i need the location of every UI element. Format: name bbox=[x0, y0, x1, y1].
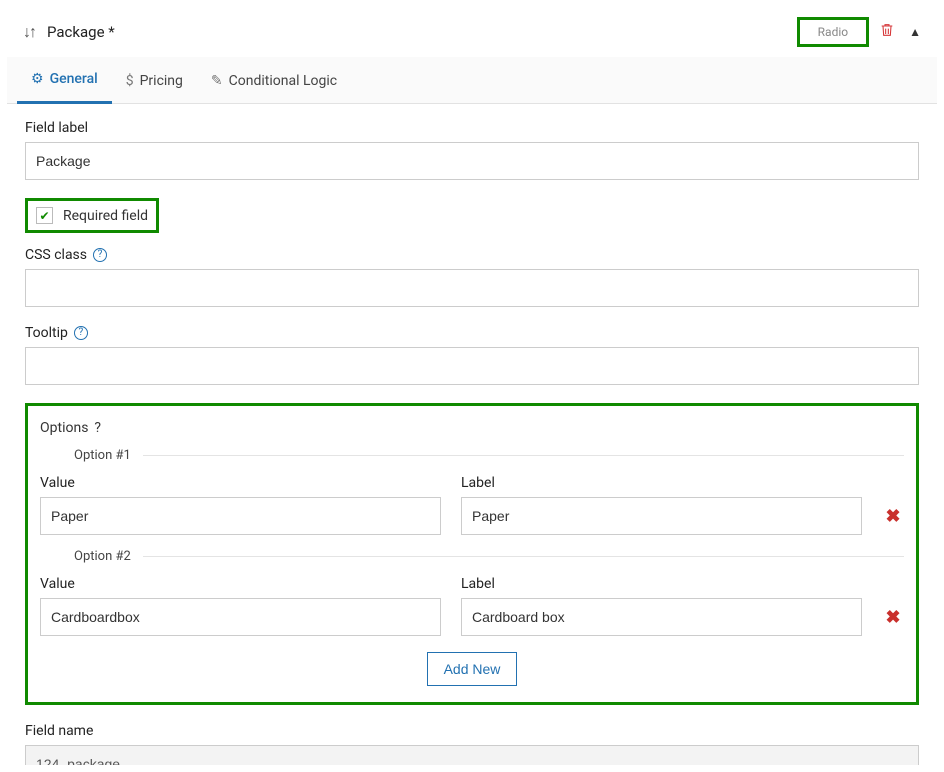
trash-icon bbox=[879, 22, 895, 38]
remove-option-button[interactable]: ✖ bbox=[882, 607, 904, 628]
remove-option-button[interactable]: ✖ bbox=[882, 506, 904, 527]
help-icon[interactable]: ? bbox=[74, 326, 88, 340]
label-caption: Label bbox=[461, 576, 862, 592]
help-icon[interactable]: ? bbox=[94, 420, 101, 436]
field-type-badge: Radio bbox=[797, 17, 869, 47]
css-class-input[interactable] bbox=[25, 269, 919, 307]
field-title: Package * bbox=[47, 23, 115, 41]
option-legend: Option #1 bbox=[40, 448, 143, 463]
dollar-icon: $ bbox=[126, 73, 134, 89]
field-label-input[interactable] bbox=[25, 142, 919, 180]
collapse-toggle[interactable]: ▲ bbox=[909, 25, 921, 39]
css-class-caption: CSS class bbox=[25, 247, 87, 263]
drag-handle-icon[interactable]: ↓↑ bbox=[23, 22, 35, 42]
help-icon[interactable]: ? bbox=[93, 248, 107, 262]
delete-button[interactable] bbox=[879, 22, 895, 42]
tooltip-caption: Tooltip bbox=[25, 325, 68, 341]
option-label-input[interactable] bbox=[461, 497, 862, 535]
option-group: Option #1 Value Label ✖ bbox=[40, 448, 904, 541]
tab-general-label: General bbox=[50, 71, 98, 87]
option-legend: Option #2 bbox=[40, 549, 143, 564]
field-header: ↓↑ Package * Radio ▲ bbox=[7, 7, 937, 57]
tab-pricing-label: Pricing bbox=[140, 73, 183, 89]
gear-icon: ⚙ bbox=[31, 71, 44, 87]
value-caption: Value bbox=[40, 475, 441, 491]
value-caption: Value bbox=[40, 576, 441, 592]
required-checkbox[interactable]: ✔ bbox=[36, 207, 53, 224]
tab-conditional[interactable]: ✎ Conditional Logic bbox=[197, 59, 351, 103]
field-type-text: Radio bbox=[818, 25, 848, 39]
options-section: Options ? Option #1 Value Label bbox=[25, 403, 919, 705]
general-panel: Field label ✔ Required field CSS class ?… bbox=[7, 104, 937, 766]
label-caption: Label bbox=[461, 475, 862, 491]
options-caption: Options bbox=[40, 420, 88, 436]
wand-icon: ✎ bbox=[211, 73, 223, 89]
field-name-caption: Field name bbox=[25, 723, 919, 739]
option-value-input[interactable] bbox=[40, 598, 441, 636]
option-label-input[interactable] bbox=[461, 598, 862, 636]
tabs: ⚙ General $ Pricing ✎ Conditional Logic bbox=[7, 57, 937, 104]
field-label-caption: Field label bbox=[25, 120, 919, 136]
add-new-button[interactable]: Add New bbox=[427, 652, 518, 686]
tab-conditional-label: Conditional Logic bbox=[229, 73, 337, 89]
tooltip-input[interactable] bbox=[25, 347, 919, 385]
tab-general[interactable]: ⚙ General bbox=[17, 57, 112, 104]
required-label: Required field bbox=[63, 208, 148, 224]
required-field-row[interactable]: ✔ Required field bbox=[25, 198, 159, 233]
tab-pricing[interactable]: $ Pricing bbox=[112, 59, 197, 103]
field-name-input[interactable] bbox=[25, 745, 919, 766]
option-value-input[interactable] bbox=[40, 497, 441, 535]
option-group: Option #2 Value Label ✖ bbox=[40, 549, 904, 642]
